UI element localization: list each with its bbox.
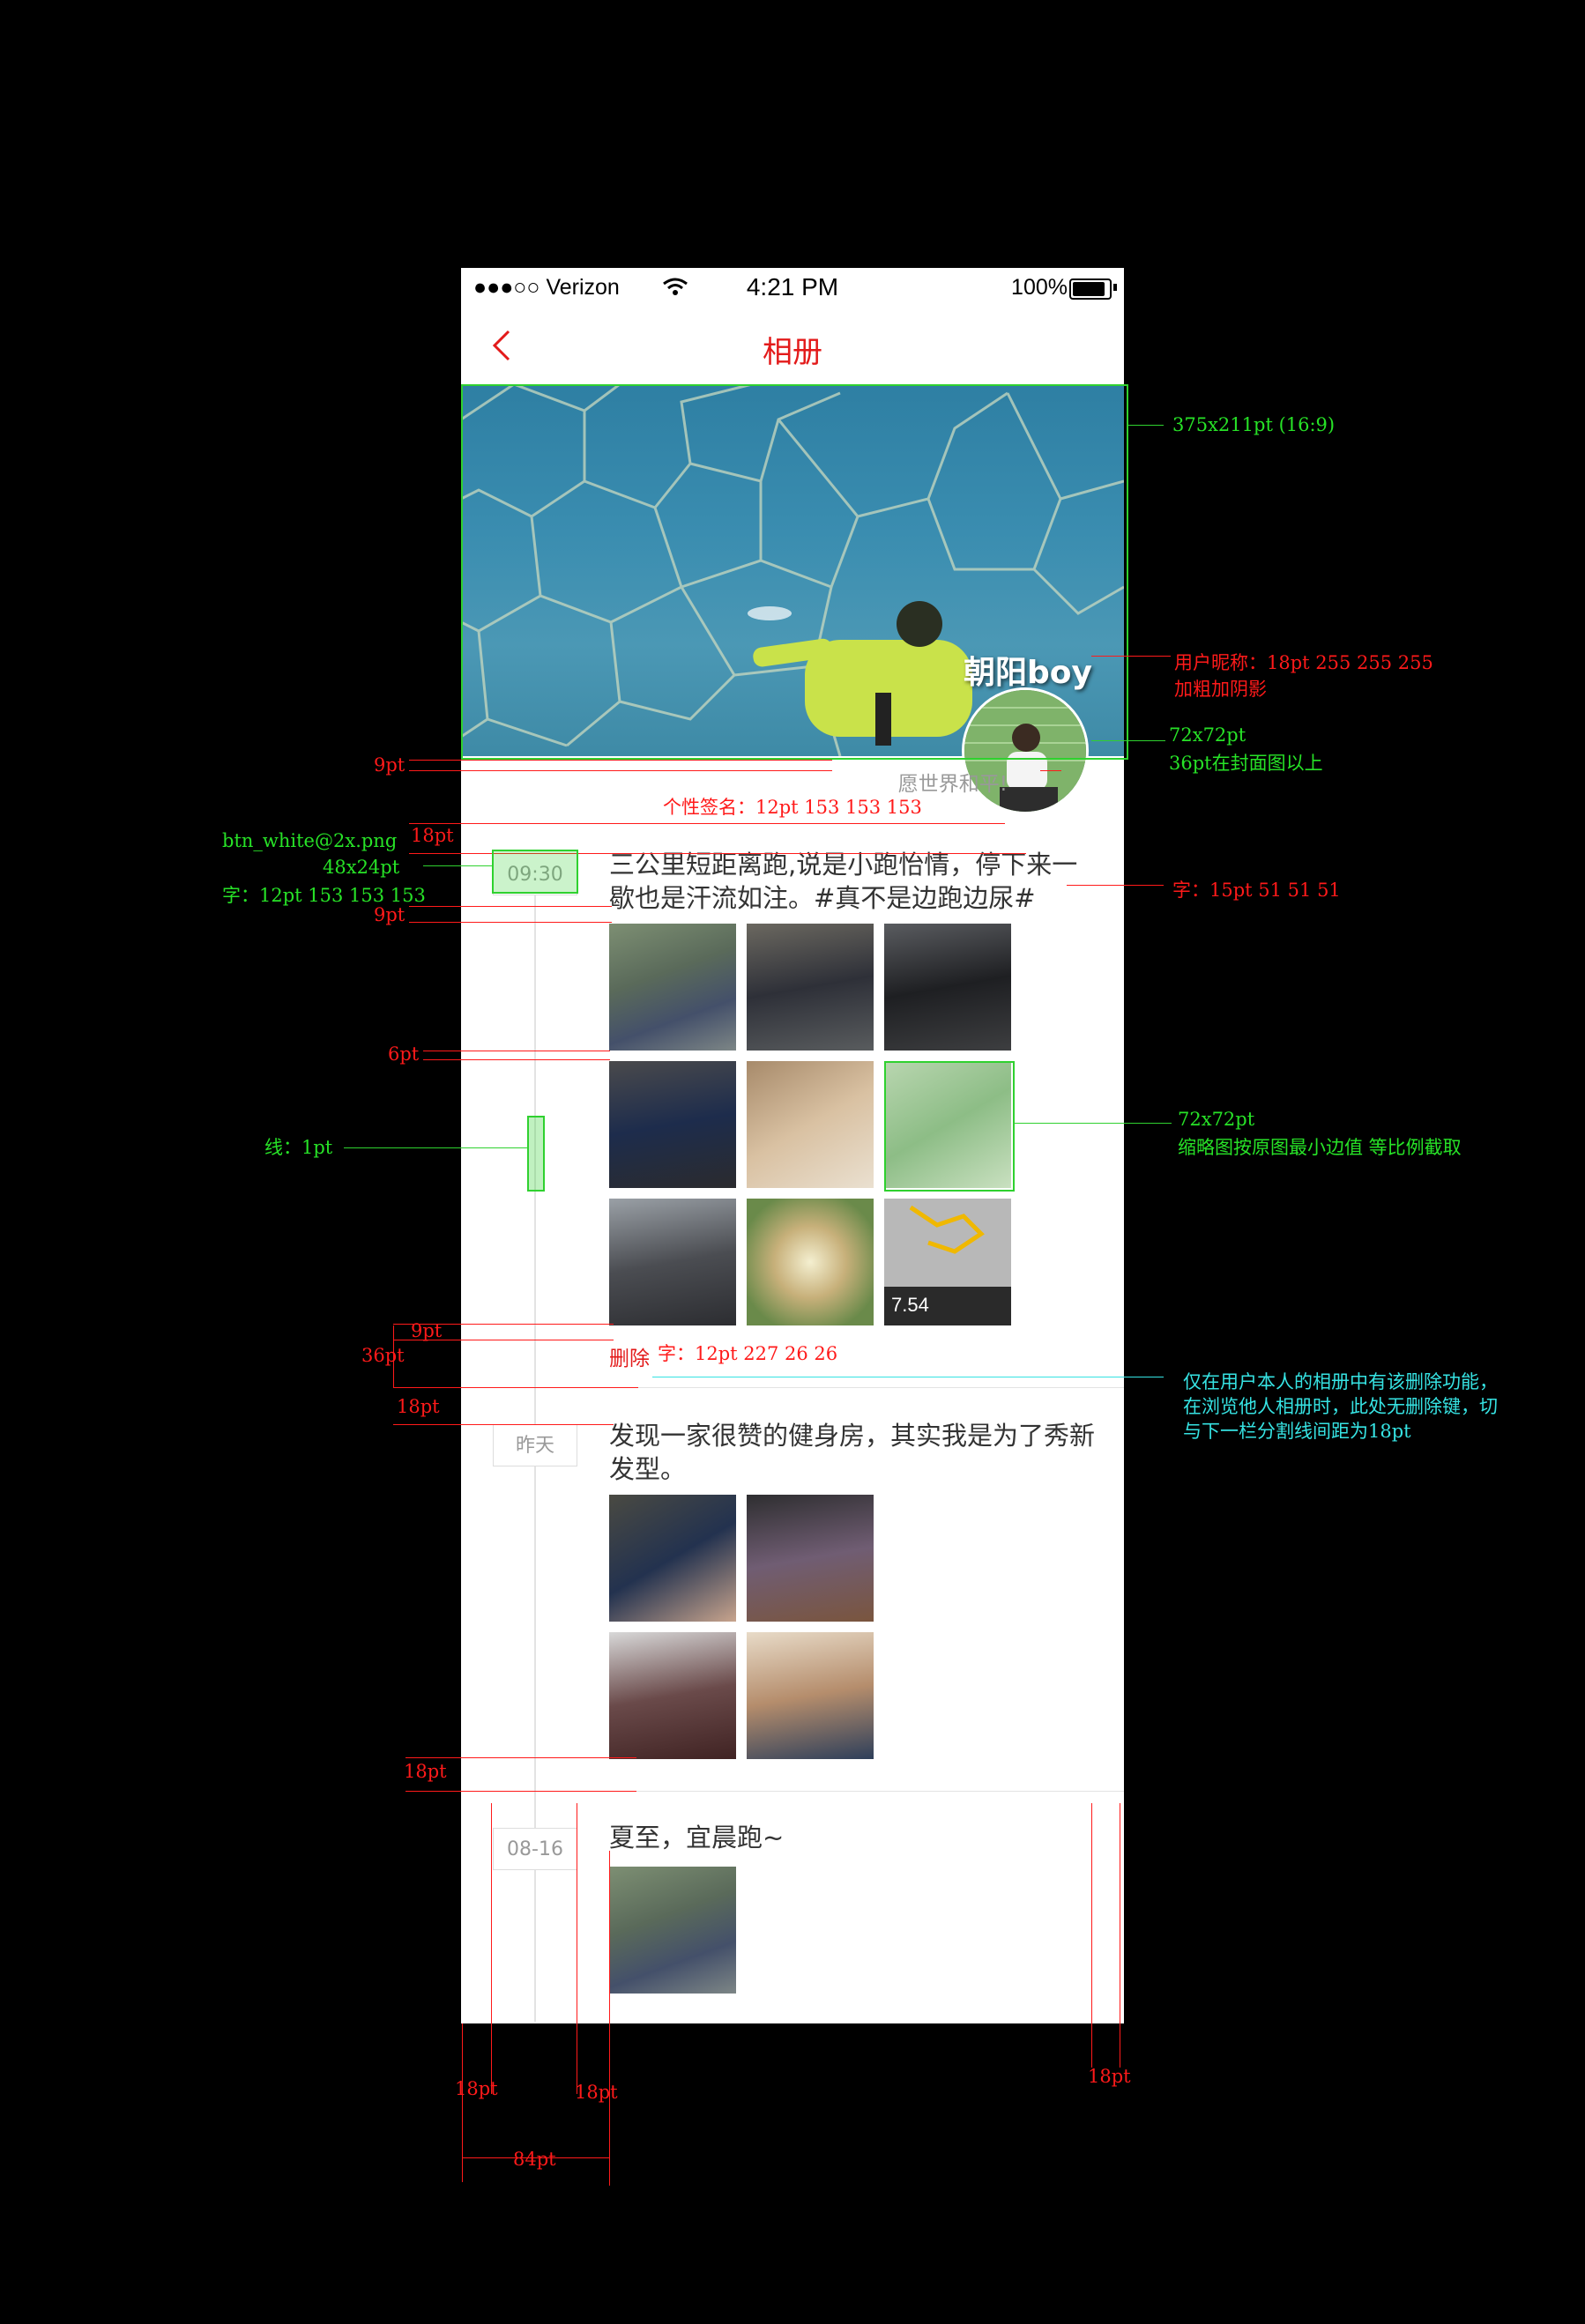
annotation-line-spec: 线：1pt <box>264 1137 333 1158</box>
annotation-gap: 9pt <box>374 904 406 925</box>
annotation-gap: 36pt <box>361 1345 405 1366</box>
post-date-button[interactable]: 昨天 <box>493 1424 577 1466</box>
annotation-line <box>423 1059 610 1060</box>
delete-button[interactable]: 删除 <box>609 1341 650 1371</box>
page-title: 相册 <box>763 335 822 370</box>
annotation-line <box>409 760 832 761</box>
annotation-nickname-spec: 用户昵称：18pt 255 255 255 <box>1174 652 1433 673</box>
annotation-bottom-left: 18pt <box>455 2078 498 2099</box>
post-text: 发现一家很赞的健身房，其实我是为了秀新发型。 <box>609 1421 1096 1484</box>
annotation-line <box>409 922 612 923</box>
user-signature: 愿世界和平! <box>897 773 1008 796</box>
annotation-btn-file: btn_white@2x.png <box>222 830 398 851</box>
annotation-line <box>609 1851 610 2186</box>
annotation-text-spec: 字：15pt 51 51 51 <box>1172 880 1341 901</box>
post-date-button[interactable]: 08-16 <box>493 1828 577 1870</box>
annotation-line <box>409 906 612 907</box>
annotation-leader <box>1091 656 1171 657</box>
post-thumbnail[interactable] <box>609 1867 736 1994</box>
battery-icon <box>1069 278 1112 300</box>
annotation-gap: 18pt <box>404 1761 447 1782</box>
thumbnail-highlight-box <box>884 1061 1015 1192</box>
annotation-delete-note-2: 在浏览他人相册时，此处无删除键，切 <box>1183 1396 1498 1417</box>
annotation-line <box>393 1325 394 1387</box>
annotation-leader <box>423 865 492 866</box>
post-text: 夏至，宜晨跑~ <box>609 1823 785 1853</box>
annotation-line <box>1040 770 1061 771</box>
post-thumbnail[interactable] <box>884 924 1011 1051</box>
annotation-bottom-right: 18pt <box>1088 2066 1131 2087</box>
annotation-thumb-crop: 缩略图按原图最小边值 等比例截取 <box>1178 1137 1462 1158</box>
annotation-leader <box>1128 425 1164 426</box>
annotation-gap: 9pt <box>374 754 406 776</box>
annotation-delete-spec: 字：12pt 227 26 26 <box>658 1343 838 1364</box>
annotation-bottom-mid: 18pt <box>575 2082 618 2103</box>
annotation-line <box>462 2023 463 2182</box>
post-thumbnail[interactable] <box>747 924 874 1051</box>
annotation-line <box>409 770 832 771</box>
annotation-delete-note-1: 仅在用户本人的相册中有该删除功能， <box>1183 1371 1498 1392</box>
annotation-line <box>409 823 1005 824</box>
annotation-signature-spec: 个性签名：12pt 153 153 153 <box>663 797 922 818</box>
post-thumbnail[interactable] <box>609 1061 736 1188</box>
battery-cap <box>1113 284 1117 291</box>
annotation-bottom-width: 84pt <box>513 2149 556 2170</box>
nav-bar: 相册 <box>461 307 1124 384</box>
post-thumbnail[interactable] <box>747 1495 874 1622</box>
post-thumbnail[interactable] <box>609 1199 736 1325</box>
annotation-gap: 18pt <box>397 1396 440 1417</box>
post-thumbnail[interactable] <box>609 1495 736 1622</box>
post-thumbnail[interactable] <box>747 1199 874 1325</box>
annotation-leader <box>344 1147 527 1148</box>
annotation-line <box>406 1791 636 1792</box>
annotation-delete-note-3: 与下一栏分割线间距为18pt <box>1183 1421 1411 1442</box>
annotation-line <box>393 1387 638 1388</box>
annotation-line <box>406 1757 636 1758</box>
annotation-nickname-spec-2: 加粗加阴影 <box>1174 679 1267 700</box>
status-bar: ●●●○○ Verizon 4:21 PM 100% <box>461 268 1124 307</box>
date-button-highlight-box <box>492 850 578 894</box>
annotation-leader <box>1015 1123 1172 1124</box>
annotation-leader <box>1067 885 1164 886</box>
annotation-line <box>393 1324 614 1325</box>
annotation-cover-size: 375x211pt (16:9) <box>1172 414 1336 435</box>
annotation-leader <box>1091 740 1165 741</box>
annotation-thumb-size: 72x72pt <box>1178 1109 1255 1130</box>
annotation-line <box>1091 1803 1092 2068</box>
post-thumbnail[interactable] <box>747 1632 874 1759</box>
annotation-gap: 6pt <box>388 1043 420 1065</box>
post-thumbnail[interactable] <box>747 1061 874 1188</box>
annotation-btn-size: 48x24pt <box>323 857 400 878</box>
post-thumbnail-run-map[interactable]: 7.54 <box>884 1199 1011 1325</box>
timeline-highlight-box <box>527 1116 545 1192</box>
annotation-avatar-size: 72x72pt <box>1169 724 1246 746</box>
battery-percent: 100% <box>1011 275 1068 300</box>
annotation-avatar-offset: 36pt在封面图以上 <box>1169 753 1323 774</box>
annotation-gap: 18pt <box>411 825 454 846</box>
annotation-line <box>491 1803 492 2094</box>
annotation-line <box>393 1424 614 1425</box>
post-text: 三公里短距离跑,说是小跑怡情，停下来一歇也是汗流如注。#真不是边跑边尿# <box>609 850 1078 913</box>
cover-highlight-box <box>461 384 1128 760</box>
post-thumbnail[interactable] <box>609 924 736 1051</box>
post-thumbnail[interactable] <box>609 1632 736 1759</box>
svg-text:7.54: 7.54 <box>891 1294 929 1316</box>
